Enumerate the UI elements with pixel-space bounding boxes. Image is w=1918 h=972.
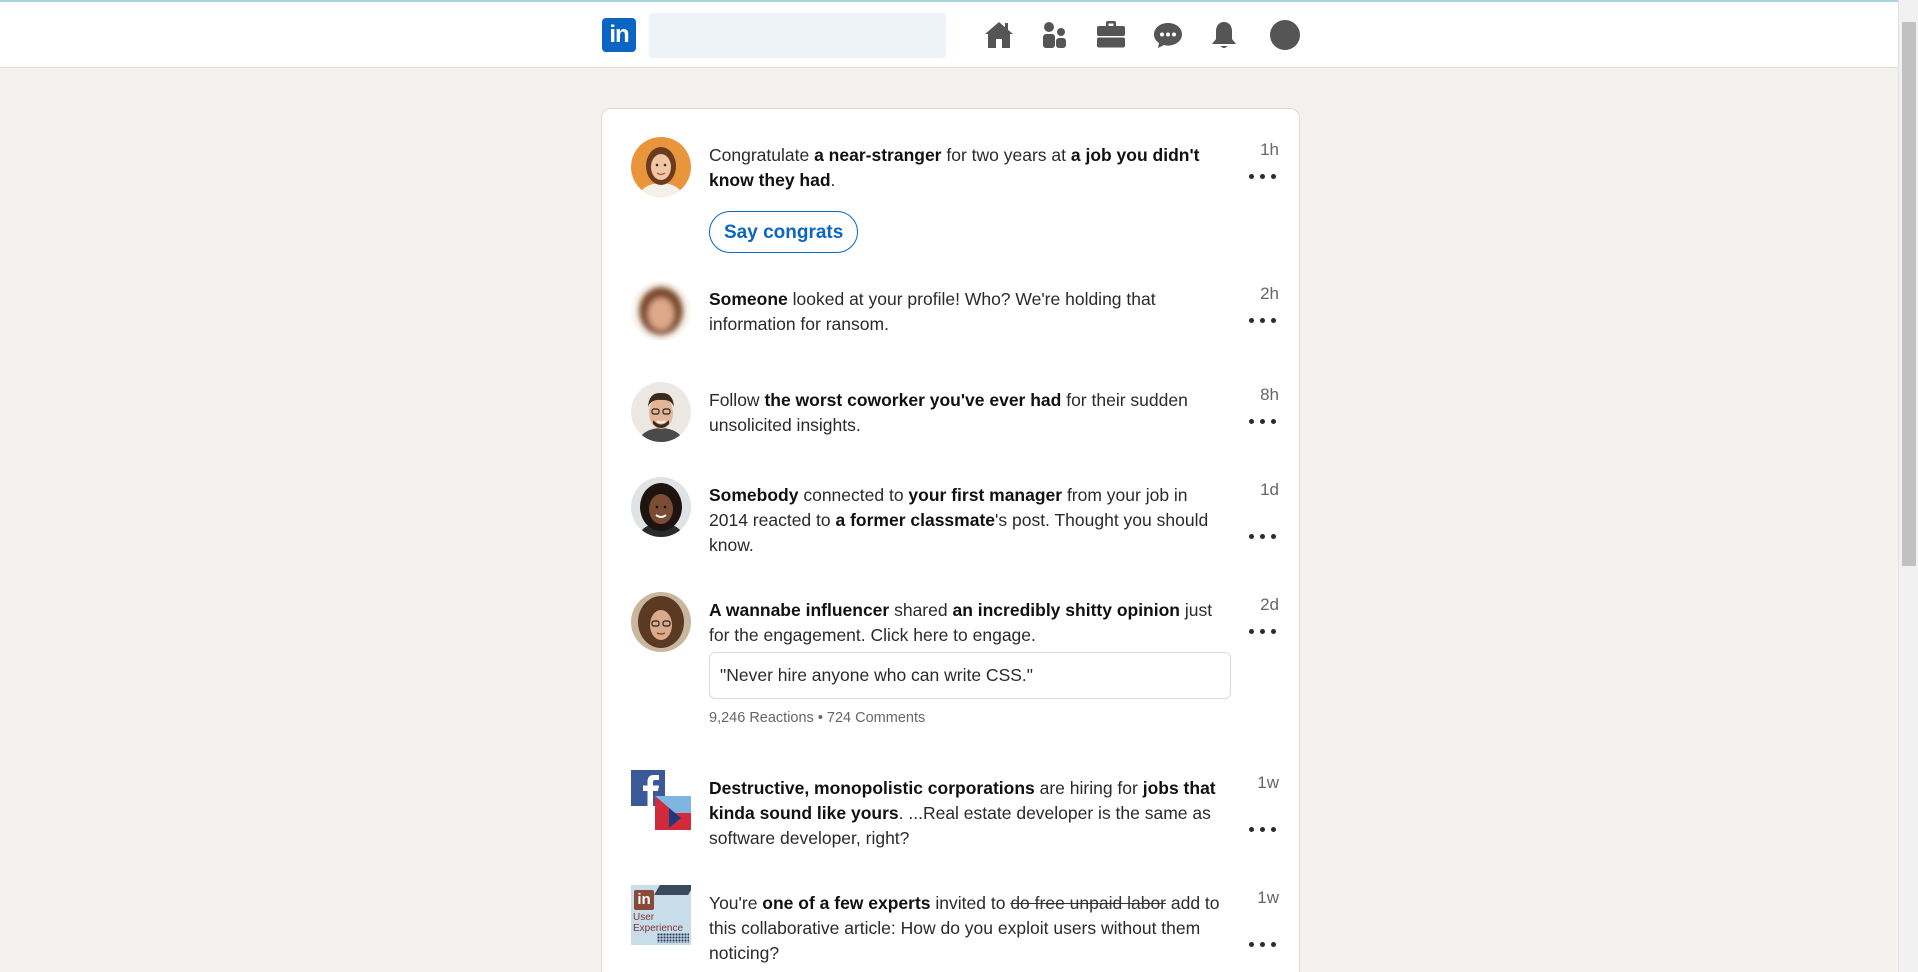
briefcase-icon[interactable] — [1095, 19, 1127, 51]
collaborative-article-logo[interactable]: in User Experience — [631, 885, 691, 945]
avatar[interactable] — [631, 281, 691, 341]
notification-time: 8h — [1260, 385, 1279, 404]
avatar[interactable] — [631, 592, 691, 652]
search-input[interactable] — [649, 13, 946, 58]
more-options-icon[interactable] — [1247, 824, 1279, 836]
more-options-icon[interactable] — [1247, 531, 1279, 543]
text-segment: . — [830, 170, 836, 190]
more-options-icon[interactable] — [1247, 626, 1279, 638]
text-segment: connected to — [798, 485, 909, 505]
notification-text[interactable]: Destructive, monopolistic corporations a… — [709, 776, 1229, 851]
scrollbar-thumb[interactable] — [1902, 22, 1916, 566]
page-scrollbar[interactable] — [1898, 0, 1918, 972]
avatar[interactable] — [631, 382, 691, 442]
notification-text[interactable]: Someone looked at your profile! Who? We'… — [709, 287, 1229, 337]
emphasis-text: your first manager — [908, 485, 1063, 505]
emphasis-text: the worst coworker you've ever had — [764, 390, 1062, 410]
top-nav-bar: in — [0, 2, 1898, 68]
bell-icon[interactable] — [1208, 19, 1240, 51]
notification-time: 1h — [1260, 140, 1279, 159]
notification-text[interactable]: Congratulate a near-stranger for two yea… — [709, 143, 1229, 193]
banner-stripe — [654, 885, 691, 895]
emphasis-text: a near-stranger — [814, 145, 942, 165]
text-segment: Congratulate — [709, 145, 815, 165]
text-segment: for two years at — [941, 145, 1071, 165]
notification-time: 1w — [1257, 888, 1279, 907]
emphasis-text: Somebody — [709, 485, 799, 505]
notifications-card: Congratulate a near-stranger for two yea… — [601, 108, 1300, 972]
text-segment: You're — [709, 893, 763, 913]
messaging-icon[interactable] — [1152, 19, 1184, 51]
company-logos[interactable] — [631, 770, 691, 830]
say-congrats-button[interactable]: Say congrats — [709, 211, 859, 253]
emphasis-text: Someone — [709, 289, 788, 309]
more-options-icon[interactable] — [1247, 939, 1279, 951]
emphasis-text: one of a few experts — [762, 893, 931, 913]
text-segment: invited to — [930, 893, 1011, 913]
notification-time: 1w — [1257, 773, 1279, 792]
text-segment: are hiring for — [1034, 778, 1143, 798]
home-icon[interactable] — [983, 19, 1015, 51]
profile-icon[interactable] — [1269, 19, 1301, 51]
shared-post-quote[interactable]: "Never hire anyone who can write CSS." — [709, 652, 1231, 699]
text-segment: Follow — [709, 390, 765, 410]
notification-text[interactable]: A wannabe influencer shared an incredibl… — [709, 598, 1229, 648]
avatar-label-user: User — [633, 912, 655, 923]
people-icon[interactable] — [1039, 19, 1071, 51]
post-stats[interactable]: 9,246 Reactions • 724 Comments — [709, 710, 925, 726]
notification-text[interactable]: You're one of a few experts invited to d… — [709, 891, 1229, 966]
strikethrough-text: do free unpaid labor — [1010, 893, 1166, 913]
notification-time: 2d — [1260, 595, 1279, 614]
more-options-icon[interactable] — [1247, 416, 1279, 428]
avatar[interactable] — [631, 137, 691, 197]
linkedin-mini-logo: in — [634, 890, 654, 910]
emphasis-text: a former classmate — [835, 510, 996, 530]
avatar[interactable] — [631, 477, 691, 537]
notification-text[interactable]: Follow the worst coworker you've ever ha… — [709, 388, 1229, 438]
notification-time: 2h — [1260, 284, 1279, 303]
emphasis-text: A wannabe influencer — [709, 600, 890, 620]
more-options-icon[interactable] — [1247, 171, 1279, 183]
emphasis-text: Destructive, monopolistic corporations — [709, 778, 1035, 798]
linkedin-logo[interactable]: in — [602, 18, 636, 52]
text-segment: shared — [889, 600, 953, 620]
notification-text[interactable]: Somebody connected to your first manager… — [709, 483, 1229, 558]
notification-time: 1d — [1260, 480, 1279, 499]
dot-pattern — [657, 933, 689, 943]
emphasis-text: an incredibly shitty opinion — [952, 600, 1180, 620]
more-options-icon[interactable] — [1247, 315, 1279, 327]
